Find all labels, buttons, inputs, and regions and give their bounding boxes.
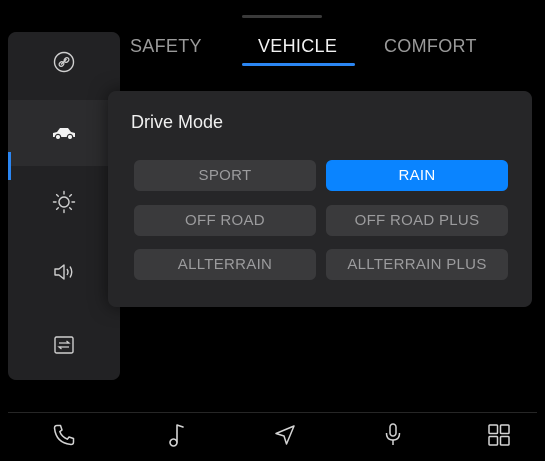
apps-button[interactable]: [484, 422, 514, 452]
drive-mode-offroad-button[interactable]: OFF ROAD: [134, 205, 316, 236]
speaker-icon: [53, 262, 75, 282]
microphone-icon: [383, 422, 403, 453]
navigation-button[interactable]: [270, 422, 300, 452]
microphone-button[interactable]: [378, 422, 408, 452]
drive-mode-panel: Drive Mode SPORT RAIN OFF ROAD OFF ROAD …: [108, 91, 532, 307]
active-tab-indicator: [242, 63, 355, 66]
sidebar-item-brightness[interactable]: [8, 172, 120, 232]
bottom-bar-divider: [8, 412, 537, 413]
sidebar-item-link[interactable]: [8, 32, 120, 92]
link-icon: [53, 51, 75, 73]
tab-vehicle[interactable]: VEHICLE: [258, 36, 337, 57]
drive-mode-sport-button[interactable]: SPORT: [134, 160, 316, 191]
brightness-icon: [52, 190, 76, 214]
apps-grid-icon: [487, 423, 511, 452]
sidebar-item-sound[interactable]: [8, 242, 120, 302]
sidebar-active-indicator: [8, 152, 11, 180]
phone-button[interactable]: [49, 422, 79, 452]
sidebar-item-settings[interactable]: [8, 315, 120, 375]
sidebar: [8, 32, 120, 380]
drive-mode-allterrain-plus-button[interactable]: ALLTERRAIN PLUS: [326, 249, 508, 280]
drive-mode-offroad-plus-button[interactable]: OFF ROAD PLUS: [326, 205, 508, 236]
drive-mode-title: Drive Mode: [131, 112, 224, 132]
navigation-icon: [273, 423, 297, 452]
sidebar-item-vehicle[interactable]: [8, 100, 120, 166]
drive-mode-rain-button[interactable]: RAIN: [326, 160, 508, 191]
drive-mode-allterrain-button[interactable]: ALLTERRAIN: [134, 249, 316, 280]
music-icon: [166, 422, 186, 453]
car-icon: [51, 125, 77, 141]
music-button[interactable]: [161, 422, 191, 452]
tab-comfort[interactable]: COMFORT: [384, 36, 477, 57]
phone-icon: [52, 423, 76, 452]
tab-safety[interactable]: SAFETY: [130, 36, 202, 57]
drag-handle[interactable]: [242, 15, 322, 18]
settings-list-icon: [54, 336, 74, 354]
